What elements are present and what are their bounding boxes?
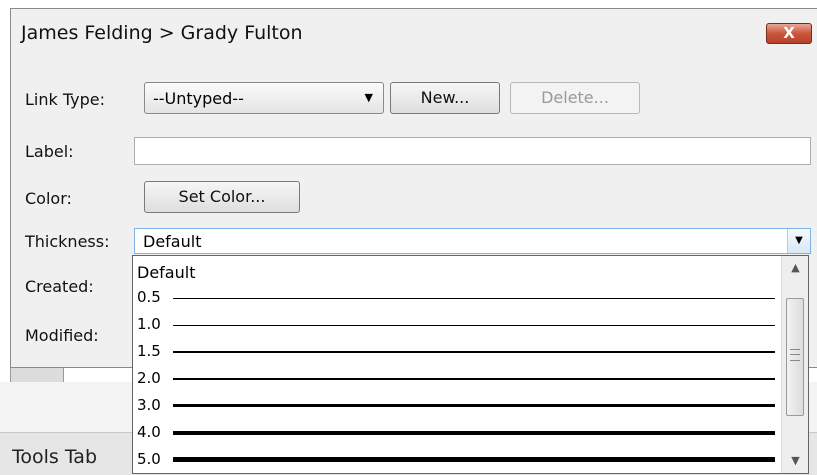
thickness-option[interactable]: 5.0: [133, 448, 783, 470]
thickness-sample-line: [173, 457, 775, 462]
thickness-option[interactable]: 3.0: [133, 394, 783, 416]
link-type-value: --Untyped--: [153, 89, 244, 108]
scrollbar-thumb[interactable]: [786, 298, 804, 416]
label-label: Label:: [25, 142, 74, 161]
thickness-label: Thickness:: [25, 232, 110, 251]
link-type-label: Link Type:: [25, 90, 105, 109]
chevron-down-icon: ▼: [364, 91, 373, 104]
option-label: 1.5: [137, 342, 161, 360]
title-bar: James Felding > Grady Fulton X: [11, 9, 817, 55]
modified-label: Modified:: [25, 326, 99, 345]
created-label: Created:: [25, 277, 94, 296]
color-label: Color:: [25, 189, 72, 208]
thickness-option-default[interactable]: Default: [133, 261, 783, 283]
delete-button[interactable]: Delete...: [510, 82, 640, 114]
thickness-sample-line: [173, 431, 775, 435]
chevron-down-icon[interactable]: ▼: [787, 229, 810, 253]
chevron-up-icon[interactable]: ▲: [782, 256, 808, 280]
label-input[interactable]: [134, 137, 811, 165]
thickness-dropdown-list[interactable]: Default 0.5 1.0 1.5 2.0 3.0 4.0 5.0 ▲ ▼: [132, 255, 809, 474]
background-widget: [10, 368, 64, 383]
grip-icon: [790, 349, 800, 361]
thickness-select[interactable]: Default ▼: [134, 228, 811, 254]
thickness-sample-line: [173, 378, 775, 380]
dropdown-scrollbar[interactable]: ▲ ▼: [781, 256, 808, 473]
option-label: 4.0: [137, 423, 161, 441]
thickness-value: Default: [143, 232, 202, 251]
thickness-sample-line: [173, 298, 775, 299]
dialog-title: James Felding > Grady Fulton: [21, 22, 303, 44]
option-label: 1.0: [137, 315, 161, 333]
chevron-down-icon[interactable]: ▼: [782, 449, 808, 473]
thickness-sample-line: [173, 351, 775, 353]
option-label: 3.0: [137, 396, 161, 414]
close-button[interactable]: X: [766, 23, 812, 44]
link-type-select[interactable]: --Untyped-- ▼: [144, 82, 384, 114]
thickness-sample-line: [173, 404, 775, 407]
thickness-option[interactable]: 2.0: [133, 367, 783, 389]
thickness-option[interactable]: 4.0: [133, 421, 783, 443]
new-button[interactable]: New...: [390, 82, 500, 114]
background-menu-text: Tools Tab: [12, 446, 98, 468]
thickness-option[interactable]: 1.5: [133, 340, 783, 362]
set-color-button[interactable]: Set Color...: [144, 181, 300, 213]
thickness-option[interactable]: 0.5: [133, 286, 783, 308]
option-label: 0.5: [137, 288, 161, 306]
option-label: 5.0: [137, 450, 161, 468]
thickness-sample-line: [173, 325, 775, 326]
close-icon: X: [783, 24, 795, 42]
option-label: 2.0: [137, 369, 161, 387]
thickness-option[interactable]: 1.0: [133, 313, 783, 335]
option-label: Default: [137, 263, 196, 282]
